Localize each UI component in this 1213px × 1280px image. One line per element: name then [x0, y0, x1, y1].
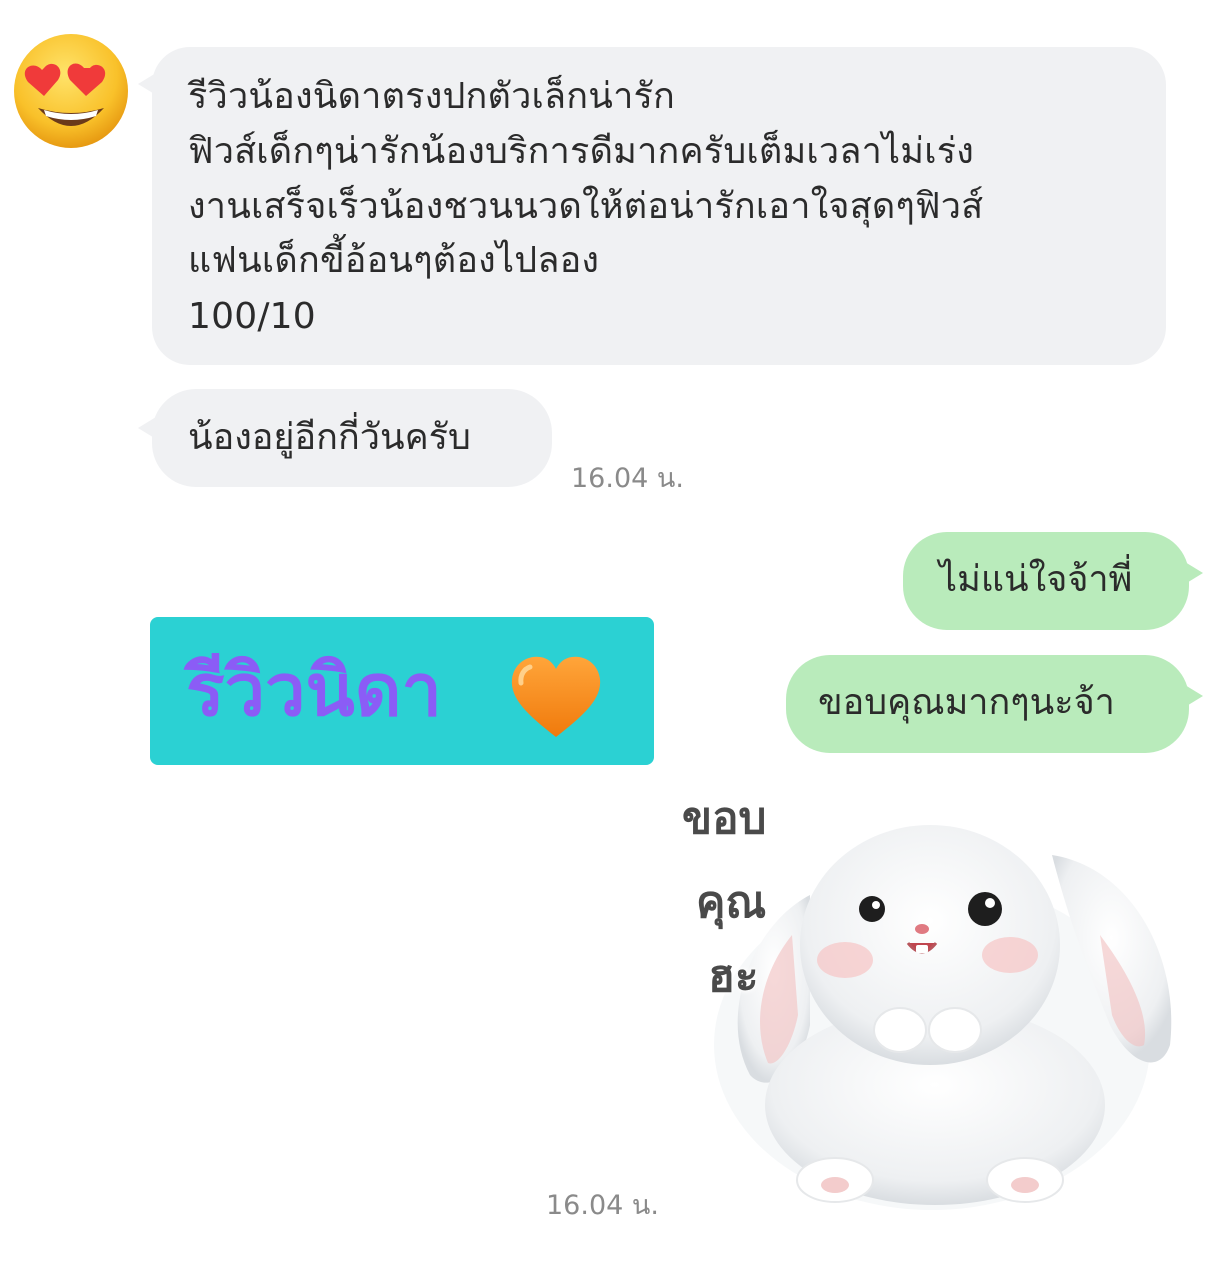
message-timestamp: 16.04 น.	[571, 463, 684, 494]
review-banner-image[interactable]: รีวิวนิดา	[150, 617, 654, 765]
sticker-word: ขอบ	[682, 793, 767, 844]
message-line: งานเสร็จเร็วน้องชวนนวดให้ต่อน่ารักเอาใจส…	[188, 186, 984, 227]
sticker-word: ฮะ	[708, 951, 759, 1002]
bubble-tail	[1185, 685, 1203, 707]
bubble-tail	[138, 417, 156, 439]
bubble-tail	[138, 73, 156, 95]
heart-eyes-emoji-icon[interactable]	[12, 32, 130, 150]
message-text: ไม่แน่ใจจ้าพี่	[939, 559, 1133, 600]
message-line: รีวิวน้องนิดาตรงปกตัวเล็กน่ารัก	[188, 76, 676, 117]
message-text: ขอบคุณมากๆนะจ้า	[818, 682, 1115, 723]
outgoing-message-bubble[interactable]: ไม่แน่ใจจ้าพี่	[903, 532, 1203, 630]
banner-title: รีวิวนิดา	[186, 648, 442, 732]
incoming-message-bubble[interactable]: รีวิวน้องนิดาตรงปกตัวเล็กน่ารัก ฟิวส์เด็…	[138, 47, 1166, 365]
message-line: 100/10	[188, 296, 316, 337]
message-timestamp: 16.04 น.	[546, 1190, 659, 1221]
bubble-tail	[1185, 562, 1203, 584]
sticker-word: คุณ	[696, 877, 767, 928]
incoming-message-bubble[interactable]: น้องอยู่อีกกี่วันครับ	[138, 389, 552, 487]
message-line: ฟิวส์เด็กๆน่ารักน้องบริการดีมากครับเต็มเ…	[188, 131, 975, 172]
bunny-sticker-icon[interactable]: ขอบ คุณ ฮะ	[660, 775, 1205, 1215]
orange-heart-icon	[508, 653, 604, 747]
message-line: แฟนเด็กขี้อ้อนๆต้องไปลอง	[188, 240, 600, 281]
message-text: น้องอยู่อีกกี่วันครับ	[188, 417, 471, 458]
outgoing-message-bubble[interactable]: ขอบคุณมากๆนะจ้า	[786, 655, 1203, 753]
